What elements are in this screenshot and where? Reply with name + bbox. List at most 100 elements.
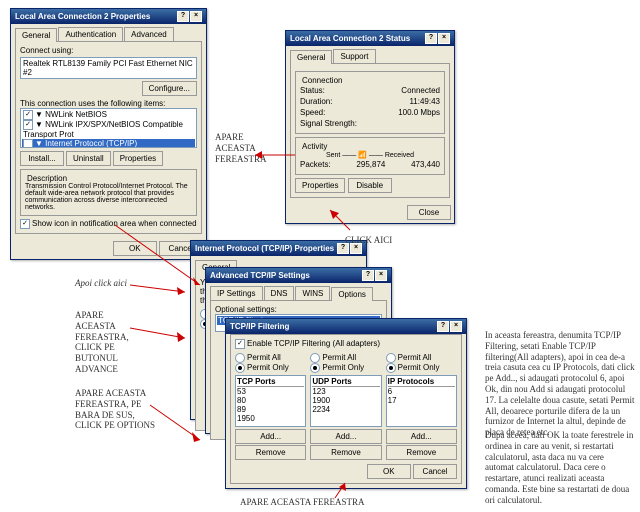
uses-label: This connection uses the following items… — [20, 99, 197, 108]
udp-permitonly-radio[interactable] — [310, 363, 320, 373]
close-icon[interactable]: × — [190, 11, 202, 22]
show-icon-checkbox[interactable]: ✓ — [20, 219, 30, 229]
list-item: Internet Protocol (TCP/IP) — [45, 139, 137, 148]
tab-general[interactable]: General — [290, 50, 332, 64]
speed-value: 100.0 Mbps — [398, 108, 440, 117]
sent-value: 295,874 — [356, 160, 385, 169]
speed-label: Speed: — [300, 108, 325, 117]
list-item: 1900 — [312, 396, 379, 405]
list-item: NWLink IPX/SPX/NetBIOS Compatible Transp… — [23, 120, 183, 139]
permit-only-label: Permit Only — [247, 363, 289, 372]
permit-only-label: Permit Only — [398, 363, 440, 372]
help-icon[interactable]: ? — [437, 321, 449, 332]
permit-all-label: Permit All — [322, 353, 356, 362]
lan-status-window: Local Area Connection 2 Status?× General… — [285, 30, 455, 224]
received-label: Received — [385, 152, 414, 159]
remove-button[interactable]: Remove — [310, 445, 381, 460]
checkbox-icon[interactable]: ✓ — [23, 139, 33, 148]
tab-bar: General Authentication Advanced — [15, 27, 202, 41]
ip-permitonly-radio[interactable] — [386, 363, 396, 373]
cancel-button[interactable]: Cancel — [413, 464, 457, 479]
list-item: 89 — [237, 405, 304, 414]
remove-button[interactable]: Remove — [386, 445, 457, 460]
description-label: Description — [25, 174, 69, 183]
checkbox-icon[interactable]: ✓ — [23, 120, 33, 130]
components-list[interactable]: ✓▼ NWLink NetBIOS ✓▼ NWLink IPX/SPX/NetB… — [20, 108, 197, 148]
arrow — [325, 205, 355, 235]
ip-permitall-radio[interactable] — [386, 353, 396, 363]
title: Local Area Connection 2 Status — [290, 34, 410, 43]
install-button[interactable]: Install... — [20, 151, 64, 166]
configure-button[interactable]: Configure... — [142, 81, 197, 96]
tcp-permitonly-radio[interactable] — [235, 363, 245, 373]
tab-wins[interactable]: WINS — [295, 286, 330, 300]
tab-options[interactable]: Options — [331, 287, 373, 301]
list-item: 1950 — [237, 414, 304, 423]
ip-protocols-list[interactable]: IP Protocols 6 17 — [386, 375, 457, 427]
packets-label: Packets: — [300, 160, 331, 169]
title: TCP/IP Filtering — [230, 322, 289, 331]
enable-filtering-checkbox[interactable]: ✓ — [235, 339, 245, 349]
titlebar[interactable]: Advanced TCP/IP Settings?× — [206, 268, 391, 283]
close-icon[interactable]: × — [450, 321, 462, 332]
tab-general[interactable]: General — [15, 28, 57, 42]
adapter-field: Realtek RTL8139 Family PCI Fast Ethernet… — [20, 57, 197, 79]
optional-settings-label: Optional settings: — [215, 305, 382, 314]
lan-properties-window: Local Area Connection 2 Properties?× Gen… — [10, 8, 207, 260]
connection-label: Connection — [300, 76, 344, 85]
close-icon[interactable]: × — [438, 33, 450, 44]
duration-value: 11:49:43 — [409, 97, 440, 106]
titlebar[interactable]: Internet Protocol (TCP/IP) Properties?× — [191, 241, 366, 256]
window-controls: ?× — [177, 11, 202, 22]
titlebar[interactable]: Local Area Connection 2 Properties?× — [11, 9, 206, 24]
permit-all-label: Permit All — [247, 353, 281, 362]
annot-click-aici: CLICK AICI — [345, 235, 392, 246]
status-value: Connected — [401, 86, 440, 95]
arrow — [130, 282, 190, 297]
add-button[interactable]: Add... — [310, 429, 381, 444]
properties-button[interactable]: Properties — [295, 178, 345, 193]
ok-button[interactable]: OK — [367, 464, 411, 479]
annot-instructions-2: Dupa aceea, dati OK la toate ferestrele … — [485, 430, 635, 506]
arrow — [330, 480, 350, 500]
titlebar[interactable]: TCP/IP Filtering?× — [226, 319, 466, 334]
list-item: 53 — [237, 387, 304, 396]
arrow — [250, 145, 300, 165]
tab-auth[interactable]: Authentication — [58, 27, 123, 41]
list-item: NWLink NetBIOS — [45, 110, 107, 119]
help-icon[interactable]: ? — [177, 11, 189, 22]
col-header: TCP Ports — [237, 377, 304, 387]
arrow — [150, 400, 210, 450]
annot-instructions-1: In aceasta fereastra, denumita TCP/IP Fi… — [485, 330, 635, 438]
disable-button[interactable]: Disable — [348, 178, 392, 193]
udp-permitall-radio[interactable] — [310, 353, 320, 363]
help-icon[interactable]: ? — [362, 270, 374, 281]
enable-label: Enable TCP/IP Filtering (All adapters) — [247, 339, 380, 348]
list-item: 2234 — [312, 405, 379, 414]
tab-ipsettings[interactable]: IP Settings — [210, 286, 263, 300]
list-item: 123 — [312, 387, 379, 396]
close-icon[interactable]: × — [375, 270, 387, 281]
tcp-ports-list[interactable]: TCP Ports 53 80 89 1950 — [235, 375, 306, 427]
titlebar[interactable]: Local Area Connection 2 Status?× — [286, 31, 454, 46]
title: Local Area Connection 2 Properties — [15, 12, 150, 21]
udp-ports-list[interactable]: UDP Ports 123 1900 2234 — [310, 375, 381, 427]
tcp-permitall-radio[interactable] — [235, 353, 245, 363]
description-text: Transmission Control Protocol/Internet P… — [25, 183, 192, 211]
uninstall-button[interactable]: Uninstall — [66, 151, 111, 166]
tab-dns[interactable]: DNS — [264, 286, 295, 300]
tab-advanced[interactable]: Advanced — [124, 27, 174, 41]
help-icon[interactable]: ? — [425, 33, 437, 44]
remove-button[interactable]: Remove — [235, 445, 306, 460]
add-button[interactable]: Add... — [386, 429, 457, 444]
duration-label: Duration: — [300, 97, 332, 106]
col-header: IP Protocols — [388, 377, 455, 387]
connect-using-label: Connect using: — [20, 46, 197, 55]
properties-button[interactable]: Properties — [113, 151, 163, 166]
close-button[interactable]: Close — [407, 205, 451, 220]
list-item: 80 — [237, 396, 304, 405]
add-button[interactable]: Add... — [235, 429, 306, 444]
signal-label: Signal Strength: — [300, 119, 357, 128]
checkbox-icon[interactable]: ✓ — [23, 110, 33, 120]
tab-support[interactable]: Support — [333, 49, 375, 63]
